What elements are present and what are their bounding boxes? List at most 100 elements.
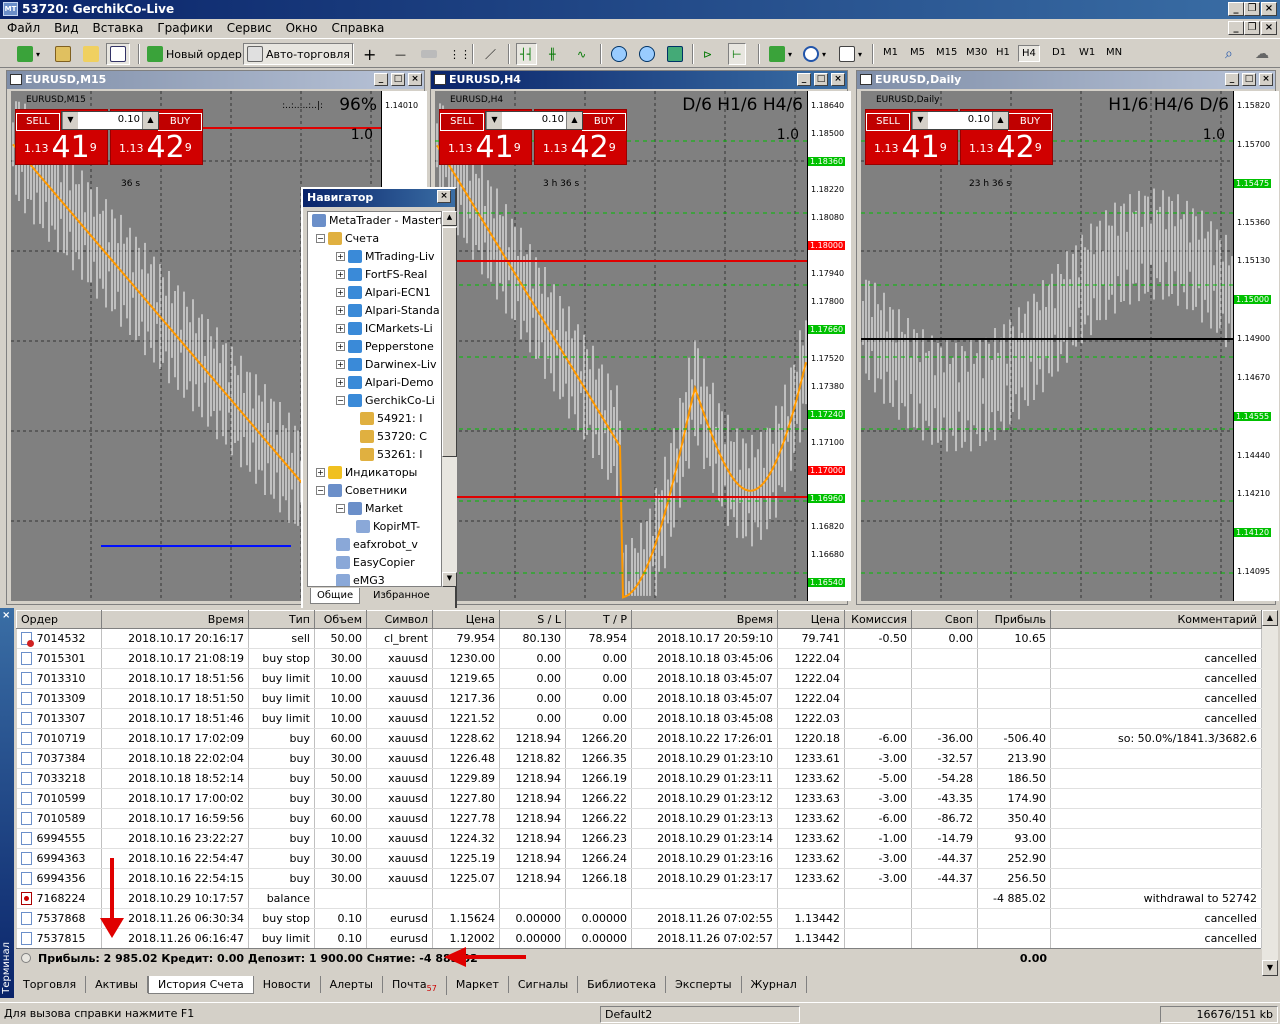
column-header[interactable]: Своп bbox=[911, 610, 978, 629]
column-header[interactable]: Объем bbox=[314, 610, 367, 629]
chart-close-icon[interactable]: × bbox=[831, 73, 845, 86]
nav-server[interactable]: + ICMarkets-Li bbox=[336, 322, 433, 335]
nav-expert[interactable]: EasyCopier bbox=[336, 556, 415, 569]
expand-icon[interactable]: + bbox=[336, 324, 345, 333]
nav-login[interactable]: 53261: I bbox=[360, 448, 422, 461]
crosshair-button[interactable]: + bbox=[360, 43, 379, 65]
mdi-close-icon[interactable]: × bbox=[1261, 21, 1277, 35]
mdi-restore-icon[interactable]: ❐ bbox=[1244, 21, 1260, 35]
table-row[interactable]: 7537868 2018.11.26 06:30:34 buy stop 0.10 eu… bbox=[16, 908, 1262, 929]
menu-charts[interactable]: Графики bbox=[150, 19, 219, 37]
lot-decrease-icon[interactable]: ▼ bbox=[912, 112, 928, 129]
templates-button[interactable]: ▾ bbox=[836, 43, 865, 65]
terminal-tab[interactable]: Маркет bbox=[447, 976, 509, 993]
table-scroll-down-icon[interactable]: ▼ bbox=[1262, 960, 1278, 976]
lot-size-input[interactable]: ▼ 0.10 ▲ bbox=[485, 111, 583, 130]
tf-m5[interactable]: M5 bbox=[907, 45, 928, 60]
price-plot[interactable]: EURUSD,H4 D/6 H1/6 H4/6 1.0 3 h 36 s SEL… bbox=[435, 91, 807, 601]
table-scrollbar[interactable]: ▲ ▼ bbox=[1262, 610, 1278, 976]
table-row[interactable]: 7015301 2018.10.17 21:08:19 buy stop 30.00 x… bbox=[16, 648, 1262, 669]
price-plot[interactable]: EURUSD,Daily H1/6 H4/6 D/6 1.0 23 h 36 s… bbox=[861, 91, 1233, 601]
chart-close-icon[interactable]: × bbox=[408, 73, 422, 86]
terminal-tab[interactable]: Алерты bbox=[321, 976, 383, 993]
search-button[interactable]: ⌕ bbox=[1222, 43, 1236, 65]
scroll-down-icon[interactable]: ▼ bbox=[442, 572, 457, 587]
indicators-button[interactable]: ▾ bbox=[766, 43, 795, 65]
nav-server[interactable]: − GerchikCo-Li bbox=[336, 394, 435, 407]
terminal-tab[interactable]: Эксперты bbox=[666, 976, 742, 993]
table-row[interactable]: 7014532 2018.10.17 20:16:17 sell 50.00 cl_br… bbox=[16, 628, 1262, 649]
table-row[interactable]: 7010589 2018.10.17 16:59:56 buy 60.00 xauusd… bbox=[16, 808, 1262, 829]
expand-icon[interactable]: + bbox=[316, 468, 325, 477]
terminal-tab[interactable]: Журнал bbox=[742, 976, 807, 993]
table-row[interactable]: 7010599 2018.10.17 17:00:02 buy 30.00 xauusd… bbox=[16, 788, 1262, 809]
expand-icon[interactable]: + bbox=[336, 252, 345, 261]
collapse-icon[interactable]: − bbox=[336, 504, 345, 513]
navigator-close-icon[interactable]: × bbox=[437, 190, 451, 203]
terminal-close-icon[interactable]: × bbox=[2, 610, 10, 621]
column-header[interactable]: Цена bbox=[432, 610, 500, 629]
table-row[interactable]: 7168224 2018.10.29 10:17:57 balance -4 885.… bbox=[16, 888, 1262, 909]
collapse-icon[interactable]: − bbox=[316, 486, 325, 495]
chart-close-icon[interactable]: × bbox=[1259, 73, 1273, 86]
rect-button[interactable] bbox=[418, 43, 440, 65]
nav-server[interactable]: + Darwinex-Liv bbox=[336, 358, 437, 371]
chat-button[interactable]: ☁ bbox=[1252, 43, 1272, 65]
table-row[interactable]: 6994555 2018.10.16 23:22:27 buy 10.00 xauusd… bbox=[16, 828, 1262, 849]
expand-icon[interactable]: + bbox=[336, 360, 345, 369]
column-header[interactable]: Цена bbox=[777, 610, 845, 629]
nav-market[interactable]: − Market bbox=[336, 502, 403, 515]
candles-button[interactable]: ╫ bbox=[546, 43, 559, 65]
trendline-button[interactable]: ／ bbox=[482, 43, 499, 65]
nav-accounts[interactable]: − Счета bbox=[316, 232, 379, 245]
collapse-icon[interactable]: − bbox=[316, 234, 325, 243]
terminal-tab[interactable]: Торговля bbox=[14, 976, 87, 993]
chart-caption[interactable]: EURUSD,M15 _ □ × bbox=[7, 71, 424, 89]
hline-button[interactable]: — bbox=[392, 43, 409, 65]
restore-icon[interactable]: ❐ bbox=[1244, 2, 1260, 16]
table-row[interactable]: 7013309 2018.10.17 18:51:50 buy limit 10.00… bbox=[16, 688, 1262, 709]
table-row[interactable]: 7010719 2018.10.17 17:02:09 buy 60.00 xauusd… bbox=[16, 728, 1262, 749]
nav-login[interactable]: 54921: I bbox=[360, 412, 422, 425]
table-row[interactable]: 7013307 2018.10.17 18:51:46 buy limit 10.00… bbox=[16, 708, 1262, 729]
close-icon[interactable]: × bbox=[1261, 2, 1277, 16]
scroll-up-icon[interactable]: ▲ bbox=[442, 211, 457, 226]
nav-root[interactable]: MetaTrader - Masterf bbox=[312, 214, 441, 227]
column-header[interactable]: Время bbox=[101, 610, 249, 629]
profiles-button[interactable] bbox=[52, 43, 74, 65]
expand-icon[interactable]: + bbox=[336, 270, 345, 279]
table-row[interactable]: 6994363 2018.10.16 22:54:47 buy 30.00 xauusd… bbox=[16, 848, 1262, 869]
nav-login[interactable]: 53720: C bbox=[360, 430, 427, 443]
navigator-scrollbar[interactable]: ▲ ▼ bbox=[442, 211, 457, 587]
column-header[interactable]: Символ bbox=[366, 610, 433, 629]
nav-advisors[interactable]: − Советники bbox=[316, 484, 407, 497]
table-scroll-up-icon[interactable]: ▲ bbox=[1262, 610, 1278, 626]
tf-h4[interactable]: H4 bbox=[1018, 45, 1040, 62]
expand-icon[interactable]: + bbox=[336, 288, 345, 297]
nav-server[interactable]: + MTrading-Liv bbox=[336, 250, 435, 263]
nav-expert[interactable]: KopirMT- bbox=[356, 520, 420, 533]
menu-view[interactable]: Вид bbox=[47, 19, 85, 37]
chart-window-1[interactable]: EURUSD,H4 _ □ × EURUSD,H4 D/6 H1/6 H4/6 … bbox=[430, 70, 851, 605]
tab-favorites[interactable]: Избранное bbox=[367, 588, 436, 603]
column-header[interactable]: Тип bbox=[248, 610, 315, 629]
price-axis[interactable]: 1.15820 1.15700 1.15475 1.15360 1.15130 1.150… bbox=[1233, 91, 1279, 601]
column-header[interactable]: Прибыль bbox=[977, 610, 1051, 629]
terminal-tab[interactable]: История Счета bbox=[147, 976, 254, 994]
column-header[interactable]: Комментарий bbox=[1050, 610, 1262, 629]
new-order-button[interactable]: Новый ордер bbox=[144, 43, 245, 65]
lot-increase-icon[interactable]: ▲ bbox=[992, 112, 1008, 129]
chart-window-2[interactable]: EURUSD,Daily _ □ × EURUSD,Daily H1/6 H4/… bbox=[856, 70, 1279, 605]
column-header[interactable]: Комиссия bbox=[844, 610, 912, 629]
chart-maximize-icon[interactable]: □ bbox=[391, 73, 405, 86]
navigator-button[interactable] bbox=[106, 43, 130, 65]
nav-expert[interactable]: eMG3 bbox=[336, 574, 385, 586]
tf-m30[interactable]: M30 bbox=[963, 45, 990, 60]
periods-button[interactable]: ▾ bbox=[800, 43, 829, 65]
nav-server[interactable]: + FortFS-Real bbox=[336, 268, 427, 281]
terminal-tab[interactable]: Активы bbox=[86, 976, 148, 993]
table-row[interactable]: 7033218 2018.10.18 18:52:14 buy 50.00 xauusd… bbox=[16, 768, 1262, 789]
nav-indicators[interactable]: + Индикаторы bbox=[316, 466, 417, 479]
nav-server[interactable]: + Alpari-Demo bbox=[336, 376, 434, 389]
zoom-in-button[interactable] bbox=[608, 43, 630, 65]
